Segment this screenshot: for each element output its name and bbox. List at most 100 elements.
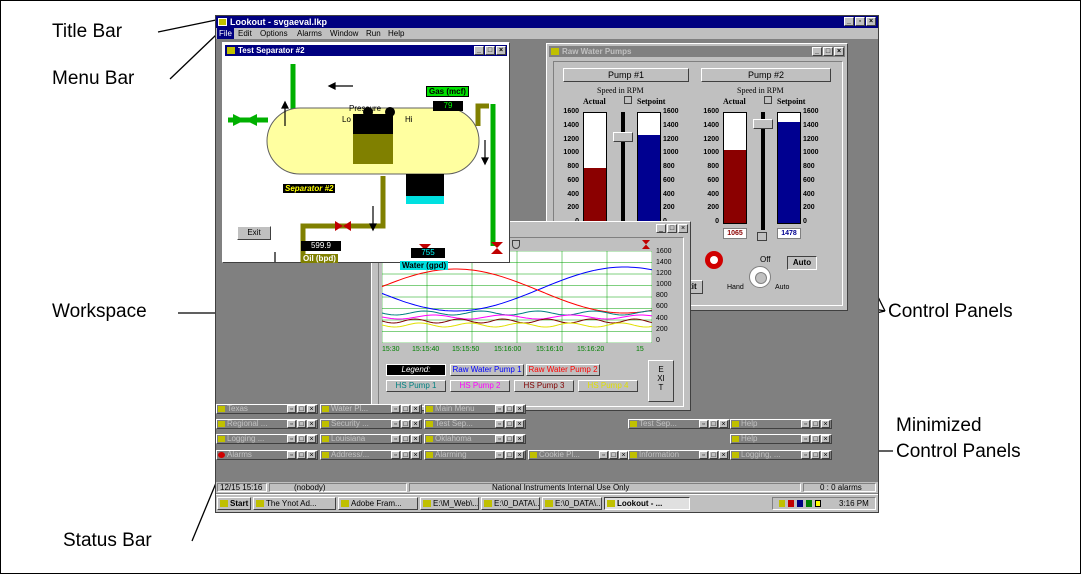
- menu-help[interactable]: Help: [388, 28, 404, 39]
- close-icon[interactable]: ×: [307, 435, 316, 443]
- tray-pen-icon[interactable]: [815, 500, 821, 507]
- minimized-panel[interactable]: Cookie Pl... ▫ □ ×: [528, 450, 630, 460]
- minimized-panel[interactable]: Texas ▫ □ ×: [216, 404, 318, 414]
- restore-icon[interactable]: ▫: [287, 420, 296, 428]
- minimize-icon[interactable]: _: [844, 17, 854, 26]
- start-button[interactable]: Start: [217, 497, 251, 510]
- close-icon[interactable]: ×: [515, 405, 524, 413]
- close-icon[interactable]: ×: [678, 224, 688, 233]
- pump2-slider-thumb[interactable]: [753, 119, 773, 129]
- tray-network-icon[interactable]: [797, 500, 803, 507]
- restore-icon[interactable]: ▫: [391, 451, 400, 459]
- close-icon[interactable]: ×: [719, 451, 728, 459]
- tray-monitor-icon[interactable]: [806, 500, 812, 507]
- maximize-icon[interactable]: □: [401, 451, 410, 459]
- restore-icon[interactable]: ▫: [495, 435, 504, 443]
- close-icon[interactable]: ×: [515, 435, 524, 443]
- minimized-panel[interactable]: Oklahoma ▫ □ ×: [424, 434, 526, 444]
- pump1-slider-track[interactable]: [621, 112, 625, 230]
- maximize-icon[interactable]: □: [505, 405, 514, 413]
- maximize-icon[interactable]: □: [505, 420, 514, 428]
- minimized-panel[interactable]: Louisiana ▫ □ ×: [320, 434, 422, 444]
- test-separator-panel[interactable]: Test Separator #2 _ □ × Gas (mcf) 79 Pre…: [222, 42, 510, 263]
- taskbar-task[interactable]: Adobe Fram...: [338, 497, 418, 510]
- taskbar-task[interactable]: E:\0_DATA\...: [481, 497, 540, 510]
- separator-exit-button[interactable]: Exit: [237, 226, 271, 240]
- restore-icon[interactable]: ▫: [599, 451, 608, 459]
- maximize-icon[interactable]: □: [811, 435, 820, 443]
- maximize-icon[interactable]: □: [485, 46, 495, 55]
- restore-icon[interactable]: ▫: [801, 420, 810, 428]
- close-icon[interactable]: ×: [515, 420, 524, 428]
- legend-item[interactable]: HS Pump 3: [514, 380, 574, 392]
- pump2-mode-button[interactable]: [764, 96, 772, 104]
- restore-icon[interactable]: ▫: [391, 435, 400, 443]
- speaker-icon[interactable]: [779, 500, 785, 507]
- tray-app-icon[interactable]: [788, 500, 794, 507]
- close-icon[interactable]: ×: [821, 435, 830, 443]
- pumps-title-bar[interactable]: Raw Water Pumps _ □ ×: [549, 46, 845, 57]
- close-icon[interactable]: ×: [307, 420, 316, 428]
- minimized-panel[interactable]: Water Pl... ▫ □ ×: [320, 404, 422, 414]
- restore-icon[interactable]: ▫: [287, 451, 296, 459]
- close-icon[interactable]: ×: [496, 46, 506, 55]
- menu-alarms[interactable]: Alarms: [297, 28, 322, 39]
- close-icon[interactable]: ×: [307, 405, 316, 413]
- minimized-panel[interactable]: Alarming ▫ □ ×: [424, 450, 526, 460]
- trend-exit-button[interactable]: EXIT: [648, 360, 674, 402]
- maximize-icon[interactable]: □: [401, 435, 410, 443]
- maximize-icon[interactable]: □: [811, 420, 820, 428]
- minimized-panel[interactable]: Alarms ▫ □ ×: [216, 450, 318, 460]
- minimize-icon[interactable]: _: [656, 224, 666, 233]
- maximize-icon[interactable]: □: [505, 435, 514, 443]
- close-icon[interactable]: ×: [515, 451, 524, 459]
- maximize-icon[interactable]: □: [297, 405, 306, 413]
- maximize-icon[interactable]: □: [401, 420, 410, 428]
- restore-icon[interactable]: ▫: [495, 420, 504, 428]
- minimized-panel[interactable]: Information ▫ □ ×: [628, 450, 730, 460]
- close-icon[interactable]: ×: [619, 451, 628, 459]
- close-icon[interactable]: ×: [866, 17, 876, 26]
- minimized-panel[interactable]: Regional ... ▫ □ ×: [216, 419, 318, 429]
- minimized-panel[interactable]: Help ▫ □ ×: [730, 434, 832, 444]
- taskbar-task[interactable]: E:\M_Web\...: [420, 497, 479, 510]
- minimized-panel[interactable]: Test Sep... ▫ □ ×: [424, 419, 526, 429]
- restore-icon[interactable]: ▫: [391, 405, 400, 413]
- maximize-icon[interactable]: □: [667, 224, 677, 233]
- restore-icon[interactable]: ▫: [801, 451, 810, 459]
- legend-item[interactable]: HS Pump 1: [386, 380, 446, 392]
- close-icon[interactable]: ×: [411, 420, 420, 428]
- minimize-icon[interactable]: _: [474, 46, 484, 55]
- close-icon[interactable]: ×: [307, 451, 316, 459]
- restore-icon[interactable]: ▫: [699, 451, 708, 459]
- taskbar-task[interactable]: The Ynot Ad...: [253, 497, 336, 510]
- separator-title-bar[interactable]: Test Separator #2 _ □ ×: [225, 45, 507, 56]
- pump2-slider-track[interactable]: [761, 112, 765, 230]
- menu-options[interactable]: Options: [260, 28, 288, 39]
- restore-icon[interactable]: ▫: [495, 451, 504, 459]
- minimized-panel[interactable]: Help ▫ □ ×: [730, 419, 832, 429]
- restore-icon[interactable]: ▫: [391, 420, 400, 428]
- maximize-icon[interactable]: □: [401, 405, 410, 413]
- pump1-mode-button[interactable]: [624, 96, 632, 104]
- minimize-icon[interactable]: _: [812, 47, 822, 56]
- taskbar-task[interactable]: Lookout - ...: [604, 497, 690, 510]
- maximize-icon[interactable]: □: [297, 435, 306, 443]
- close-icon[interactable]: ×: [821, 420, 830, 428]
- menu-run[interactable]: Run: [366, 28, 381, 39]
- restore-icon[interactable]: ▫: [495, 405, 504, 413]
- minimized-panel[interactable]: Logging, ... ▫ □ ×: [730, 450, 832, 460]
- close-icon[interactable]: ×: [821, 451, 830, 459]
- maximize-icon[interactable]: □: [297, 420, 306, 428]
- legend-item[interactable]: HS Pump 2: [450, 380, 510, 392]
- restore-icon[interactable]: ▫: [801, 435, 810, 443]
- hand-auto-switch[interactable]: [749, 266, 771, 288]
- maximize-icon[interactable]: □: [811, 451, 820, 459]
- minimized-panel[interactable]: Test Sep... ▫ □ ×: [628, 419, 730, 429]
- maximize-icon[interactable]: □: [709, 420, 718, 428]
- pump1-slider-thumb[interactable]: [613, 132, 633, 142]
- close-icon[interactable]: ×: [411, 451, 420, 459]
- maximize-icon[interactable]: □: [709, 451, 718, 459]
- minimized-panel[interactable]: Address/... ▫ □ ×: [320, 450, 422, 460]
- minimized-panel[interactable]: Logging ... ▫ □ ×: [216, 434, 318, 444]
